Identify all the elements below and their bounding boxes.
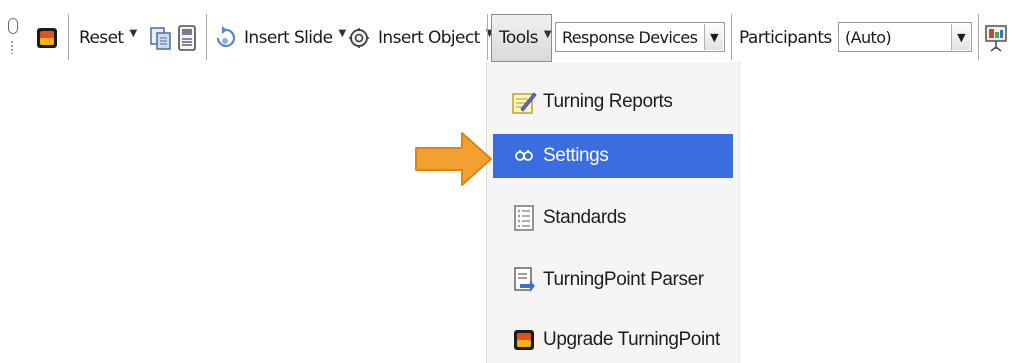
participants-select[interactable]: (Auto) ▼ [838,22,972,52]
reset-dropdown-caret-icon: ▼ [129,28,138,39]
reset-button[interactable]: Reset ▼ [79,0,137,75]
toolbar-grip-ring [8,18,18,34]
turningpoint-logo-icon [511,327,537,353]
presentation-screen-icon [984,23,1008,53]
list-document-icon [511,205,537,231]
toolbar-separator [978,14,979,60]
settings-icon [511,143,537,169]
toolbar-separator [206,14,207,60]
participants-label: Participants [739,27,832,48]
insert-object-button[interactable]: Insert Object ▼ [348,0,493,75]
copy-slides-button[interactable] [149,0,173,75]
menu-item-label: Standards [543,207,627,228]
menu-item-standards[interactable]: Standards [487,196,741,240]
insert-object-icon [348,26,370,50]
tools-dropdown-menu: Turning Reports Settings Standards Turni… [486,62,740,363]
tools-dropdown-caret-icon: ▼ [543,28,552,40]
turningpoint-logo-button[interactable] [36,0,58,75]
participants-value: (Auto) [845,27,892,47]
copy-pages-icon [149,25,173,51]
toolbar-separator [68,14,69,60]
parser-document-icon [511,267,537,293]
insert-slide-dropdown-caret-icon: ▼ [338,28,346,39]
menu-item-settings[interactable]: Settings [493,134,733,178]
reset-label: Reset [79,27,124,48]
menu-item-upgrade-turningpoint[interactable]: Upgrade TurningPoint [487,318,741,362]
toolbar-separator [731,14,732,60]
notepad-pencil-icon [511,89,537,115]
toolbar-grip-dots [10,40,15,54]
menu-item-label: Upgrade TurningPoint [543,329,720,350]
insert-slide-label: Insert Slide [244,27,333,48]
menu-item-turningpoint-parser[interactable]: TurningPoint Parser [487,258,741,302]
toolbar-grip-handle[interactable] [8,18,18,56]
turningpoint-logo-icon [36,26,58,50]
menu-item-label: TurningPoint Parser [543,269,704,290]
insert-slide-button[interactable]: Insert Slide ▼ [214,0,346,75]
menu-item-label: Settings [543,145,609,166]
device-icon [176,24,198,52]
insert-object-label: Insert Object [378,27,480,48]
response-devices-value: Response Devices [562,27,698,47]
tools-label: Tools [499,28,538,48]
response-devices-dropdown-arrow-icon[interactable]: ▼ [704,24,723,50]
response-devices-select[interactable]: Response Devices ▼ [555,22,725,52]
tools-menu-button[interactable]: Tools ▼ [491,14,552,62]
orange-pointer-arrow-icon [415,132,492,186]
toolbar-separator [487,14,488,60]
participants-button[interactable]: Participants ▼ [739,0,845,75]
menu-item-turning-reports[interactable]: Turning Reports [487,80,741,124]
session-button[interactable] [176,0,198,75]
insert-slide-icon [214,24,236,52]
menu-item-label: Turning Reports [543,91,673,112]
participants-dropdown-arrow-icon[interactable]: ▼ [951,24,970,50]
showbar-button[interactable] [984,0,1008,75]
